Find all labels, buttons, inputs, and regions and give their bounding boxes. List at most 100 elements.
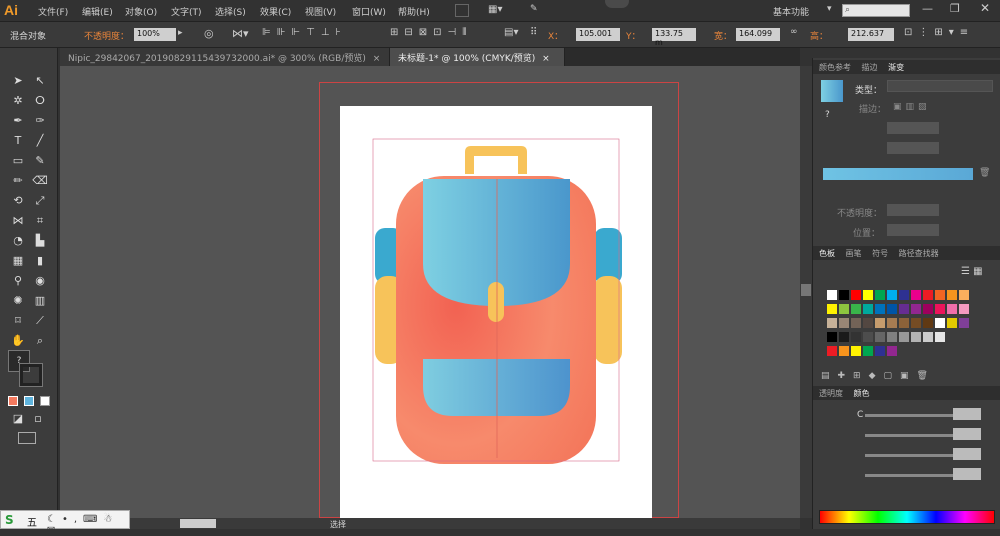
width-tool-icon[interactable]: ⋈ <box>10 214 26 228</box>
minimize-icon[interactable]: — <box>922 2 933 15</box>
tab-document-2[interactable]: 未标题-1* @ 100% (CMYK/预览) × <box>390 48 565 66</box>
gradient-tool-icon[interactable]: ▮ <box>32 254 48 268</box>
color-swatch[interactable] <box>959 318 969 328</box>
color-swatch[interactable] <box>887 346 897 356</box>
free-transform-icon[interactable]: ⌗ <box>32 214 48 228</box>
menu-edit[interactable]: 编辑(E) <box>82 5 113 18</box>
stroke-gradient-icons[interactable]: ▣▥▧ <box>893 102 931 112</box>
ime-tool-icons[interactable]: ☾•,⌨☃✉ <box>47 514 129 536</box>
color-swatch[interactable] <box>911 332 921 342</box>
color-swatch[interactable] <box>863 332 873 342</box>
color-swatch[interactable] <box>827 346 837 356</box>
zoom-tool-icon[interactable]: ⌕ <box>32 334 48 348</box>
color-swatch[interactable] <box>947 304 957 314</box>
color-swatch[interactable] <box>911 290 921 300</box>
close-icon[interactable]: ✕ <box>980 1 990 15</box>
color-mode-icon[interactable] <box>8 396 18 406</box>
blend-options-icon[interactable]: ⋈▾ <box>232 27 249 40</box>
transform-icons[interactable]: ⊡⋮⊞▾≡ <box>904 27 974 38</box>
color-swatch[interactable] <box>863 304 873 314</box>
menu-object[interactable]: 对象(O) <box>125 5 157 18</box>
color-swatch[interactable] <box>827 290 837 300</box>
mesh-tool-icon[interactable]: ▦ <box>10 254 26 268</box>
gradient-slider[interactable] <box>823 168 973 180</box>
color-swatch[interactable] <box>923 290 933 300</box>
symbol-sprayer-icon[interactable]: ✺ <box>10 294 26 308</box>
color-spectrum[interactable] <box>819 510 995 524</box>
align-icons[interactable]: ⊫⊪⊩⊤⊥⊦ <box>262 27 347 38</box>
color-swatch[interactable] <box>935 318 945 328</box>
color-swatch[interactable] <box>875 332 885 342</box>
hand-tool-icon[interactable]: ✋ <box>10 334 26 348</box>
color-swatch[interactable] <box>827 318 837 328</box>
stroke-swatch[interactable] <box>19 363 43 387</box>
swatch-grid[interactable] <box>817 290 997 362</box>
color-swatch[interactable] <box>923 304 933 314</box>
c-slider[interactable] <box>865 414 955 417</box>
opacity-label[interactable]: 不透明度： <box>84 29 129 42</box>
y-slider[interactable] <box>865 454 955 457</box>
color-swatch[interactable] <box>935 290 945 300</box>
color-swatch[interactable] <box>935 304 945 314</box>
sync-icon[interactable]: ✎ <box>530 4 540 16</box>
color-swatch[interactable] <box>851 332 861 342</box>
menu-file[interactable]: 文件(F) <box>38 5 68 18</box>
chevron-down-icon[interactable]: ▾ <box>827 4 832 14</box>
rectangle-tool-icon[interactable]: ▭ <box>10 154 26 168</box>
color-swatch[interactable] <box>947 290 957 300</box>
color-swatch[interactable] <box>923 318 933 328</box>
aspect-field[interactable] <box>887 142 939 154</box>
color-swatch[interactable] <box>827 304 837 314</box>
menu-type[interactable]: 文字(T) <box>171 5 202 18</box>
canvas[interactable] <box>60 66 800 518</box>
artboard-nav-field[interactable] <box>180 519 216 528</box>
color-swatch[interactable] <box>839 332 849 342</box>
workspace-switcher[interactable]: 基本功能 <box>773 5 809 18</box>
direct-selection-tool-icon[interactable]: ↖ <box>32 74 48 88</box>
slice-tool-icon[interactable]: ⟋ <box>32 314 48 328</box>
vertical-scrollbar[interactable] <box>800 66 812 518</box>
scroll-thumb[interactable] <box>801 284 811 296</box>
swatch-footer-icons[interactable]: ▤✚⊞◆▢▣🗑 <box>821 371 936 381</box>
rotate-tool-icon[interactable]: ⟲ <box>10 194 26 208</box>
selection-tool-icon[interactable]: ➤ <box>10 74 26 88</box>
pencil-tool-icon[interactable]: ✏ <box>10 174 26 188</box>
reference-point-icon[interactable]: ⠿ <box>530 27 537 38</box>
x-field[interactable]: 105.001 <box>576 28 620 41</box>
color-swatch[interactable] <box>851 346 861 356</box>
draw-inside-icon[interactable]: ▫ <box>30 412 46 426</box>
shape-builder-icon[interactable]: ◔ <box>10 234 26 248</box>
color-swatch[interactable] <box>875 290 885 300</box>
color-swatch[interactable] <box>923 332 933 342</box>
curvature-tool-icon[interactable]: ✑ <box>32 114 48 128</box>
color-swatch[interactable] <box>899 318 909 328</box>
column-graph-icon[interactable]: ▥ <box>32 294 48 308</box>
color-swatch[interactable] <box>839 304 849 314</box>
gradient-type-select[interactable] <box>887 80 993 92</box>
tab-document-1[interactable]: Nipic_29842067_20190829115439732000.ai* … <box>60 48 390 66</box>
color-swatch[interactable] <box>959 290 969 300</box>
color-swatch[interactable] <box>839 346 849 356</box>
trash-icon[interactable]: 🗑 <box>979 168 990 178</box>
close-icon[interactable]: × <box>542 54 550 64</box>
tab-transparency[interactable]: 透明度 <box>819 389 843 398</box>
ime-mode[interactable]: 五 <box>27 514 37 529</box>
menu-help[interactable]: 帮助(H) <box>398 5 430 18</box>
bridge-icon[interactable] <box>455 4 469 17</box>
restore-icon[interactable]: ❐ <box>950 2 960 15</box>
tab-gradient[interactable]: 渐变 <box>888 63 904 72</box>
scale-tool-icon[interactable]: ⤢ <box>32 194 48 208</box>
color-swatch[interactable] <box>887 332 897 342</box>
color-swatch[interactable] <box>911 304 921 314</box>
color-swatch[interactable] <box>863 318 873 328</box>
backpack-illustration[interactable] <box>340 106 652 518</box>
none-mode-icon[interactable] <box>40 396 50 406</box>
blend-tool-icon[interactable]: ◉ <box>32 274 48 288</box>
type-tool-icon[interactable]: T <box>10 134 26 148</box>
pen-tool-icon[interactable]: ✒ <box>10 114 26 128</box>
draw-mode-icon[interactable]: ◪ <box>10 412 26 426</box>
gradient-thumbnail[interactable] <box>821 80 843 102</box>
tab-color[interactable]: 颜色 <box>854 389 870 398</box>
k-slider[interactable] <box>865 474 955 477</box>
search-input[interactable]: ⌕ <box>842 4 910 17</box>
